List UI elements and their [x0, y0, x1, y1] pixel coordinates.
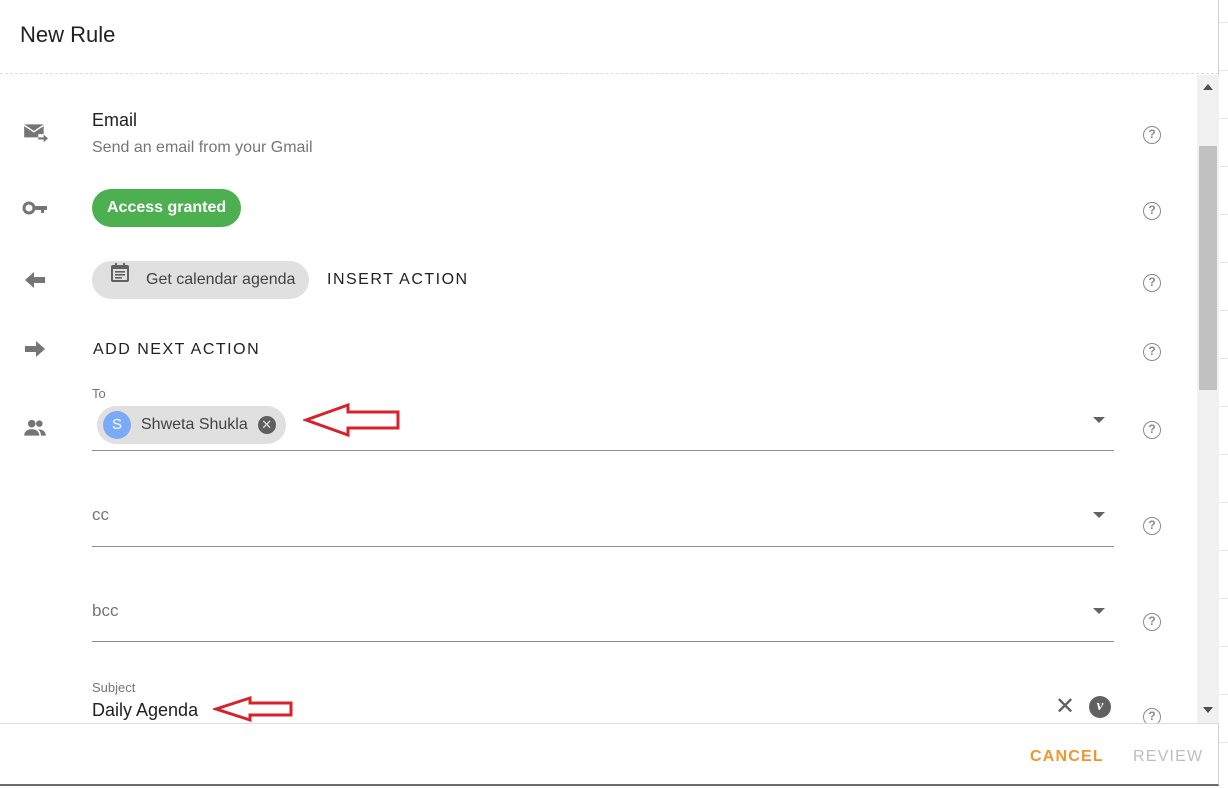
- to-field-label: To: [92, 386, 106, 401]
- arrow-right-icon: [22, 336, 48, 362]
- scrollbar-thumb[interactable]: [1199, 146, 1217, 390]
- help-icon[interactable]: ?: [1143, 126, 1161, 144]
- add-next-action-button[interactable]: ADD NEXT ACTION: [93, 341, 260, 359]
- help-icon[interactable]: ?: [1143, 613, 1161, 631]
- chevron-down-icon[interactable]: [1093, 608, 1105, 614]
- bcc-field[interactable]: [92, 641, 1114, 642]
- variable-icon[interactable]: v: [1089, 696, 1111, 718]
- email-send-icon: [22, 120, 48, 146]
- scroll-down-arrow-icon[interactable]: [1203, 707, 1213, 713]
- annotation-arrow: [303, 402, 400, 438]
- background-page-edge: [1219, 0, 1228, 788]
- recipient-name: Shweta Shukla: [141, 416, 248, 433]
- dialog-content: Email Send an email from your Gmail ? Ac…: [0, 75, 1197, 723]
- action-name: Email: [92, 110, 138, 130]
- help-icon[interactable]: ?: [1143, 708, 1161, 723]
- help-icon[interactable]: ?: [1143, 274, 1161, 292]
- help-icon[interactable]: ?: [1143, 517, 1161, 535]
- cc-input[interactable]: cc: [92, 505, 109, 525]
- calendar-icon: [108, 261, 132, 300]
- help-icon[interactable]: ?: [1143, 343, 1161, 361]
- dialog-header: New Rule: [0, 0, 1219, 74]
- avatar: S: [103, 411, 131, 439]
- scrollbar[interactable]: [1197, 75, 1219, 723]
- dialog-title: New Rule: [20, 22, 116, 47]
- help-icon[interactable]: ?: [1143, 421, 1161, 439]
- action-description: Send an email from your Gmail: [92, 139, 313, 156]
- to-field[interactable]: [92, 450, 1114, 451]
- cancel-button[interactable]: CANCEL: [1030, 748, 1104, 766]
- bcc-input[interactable]: bcc: [92, 601, 118, 621]
- access-granted-badge: Access granted: [92, 189, 242, 227]
- clear-icon[interactable]: ✕: [1055, 695, 1075, 719]
- scroll-up-arrow-icon[interactable]: [1203, 84, 1213, 90]
- chevron-down-icon[interactable]: [1093, 512, 1105, 518]
- get-calendar-agenda-chip[interactable]: Get calendar agenda: [92, 261, 310, 300]
- key-icon: [22, 195, 48, 221]
- cc-field[interactable]: [92, 546, 1114, 547]
- arrow-left-icon: [22, 267, 48, 293]
- chip-label: Get calendar agenda: [146, 271, 296, 288]
- chevron-down-icon[interactable]: [1093, 417, 1105, 423]
- review-button[interactable]: REVIEW: [1133, 748, 1203, 766]
- dialog-footer: CANCEL REVIEW: [0, 723, 1219, 786]
- people-icon: [22, 415, 48, 441]
- insert-action-button[interactable]: INSERT ACTION: [327, 271, 469, 289]
- subject-input[interactable]: Daily Agenda: [92, 700, 198, 721]
- annotation-arrow: [213, 695, 293, 723]
- remove-recipient-icon[interactable]: ✕: [257, 416, 276, 434]
- subject-label: Subject: [92, 680, 136, 695]
- recipient-chip[interactable]: S Shweta Shukla ✕: [97, 406, 286, 444]
- help-icon[interactable]: ?: [1143, 202, 1161, 220]
- new-rule-dialog: New Rule Email Send an email from your G…: [0, 0, 1219, 786]
